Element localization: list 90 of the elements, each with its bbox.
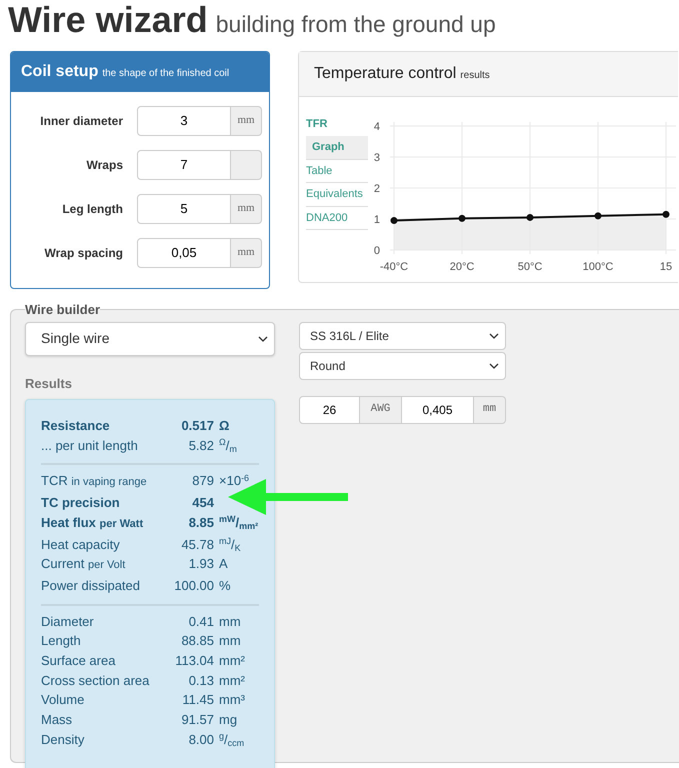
x-tick-label: 20°C [450,260,474,272]
result-label: Diameter [41,612,95,631]
result-label: TC precision [41,494,121,512]
result-label: Resistance [41,417,111,435]
result-unit: mm³ [219,691,245,710]
result-value: 0.41 [188,612,214,631]
result-label: Surface area [41,652,116,670]
result-label: Heat flux per Watt [41,514,144,532]
panel-subtitle: the shape of the finished coil [102,66,230,80]
result-unit: $^{mW}$/$_{mm²}$ [219,513,258,534]
result-value: 879 [191,472,214,490]
unit-addon: mm [474,396,506,424]
result-label: Power dissipated [41,576,141,595]
result-value: 88.85 [180,632,214,650]
number-field[interactable]: 7 [137,150,231,180]
result-unit: mm [219,612,241,631]
result-value: 11.45 [181,691,214,710]
panel-title: Coil setup [21,62,98,82]
wire-type-dropdown[interactable]: Single wire [25,322,275,356]
profile-dropdown[interactable]: Round [299,352,506,380]
y-tick-label: 0 [374,244,380,256]
caret-icon [489,332,499,338]
result-value: 45.78 [180,536,214,554]
result-label: Heat capacity [41,536,121,554]
result-label: Cross section area [41,672,150,690]
result-unit: $^{mJ}$/$_{K}$ [219,535,241,554]
data-point [662,210,670,218]
result-unit: ×10$^{-6}$ [219,472,250,490]
diameter-field[interactable]: 0,405 [402,396,474,424]
result-unit: mg [219,711,238,730]
result-value: 454 [191,494,214,512]
caret-icon [258,336,268,342]
page-subtitle: building from the ground up [216,10,496,39]
panel-title: Temperature control [314,64,456,84]
x-tick-label: 15 [660,260,672,272]
result-label: Volume [41,691,86,710]
x-tick-label: -40°C [380,260,408,272]
y-tick-label: 1 [374,214,380,226]
gauge-field[interactable]: 26 [299,396,360,424]
result-label: ... per unit length [41,436,139,455]
section-heading: Results [25,374,73,392]
unit-addon: mm [231,194,262,224]
result-label: Density [41,730,86,749]
result-value: 1.93 [188,555,214,574]
result-unit: mm² [219,652,245,670]
unit-addon: mm [231,238,262,268]
result-unit: Ω [219,417,230,435]
page-title: Wire wizard [8,2,208,38]
data-point [458,214,466,222]
result-unit: $^{Ω}$/$_{m}$ [219,436,237,456]
y-tick-label: 3 [374,152,380,164]
unit-addon: mm [231,106,262,136]
number-field[interactable]: 3 [137,106,231,136]
result-value: 8.00 [188,730,214,749]
number-field[interactable]: 5 [137,194,231,224]
number-field[interactable]: 0,05 [137,238,231,268]
data-point [594,212,602,219]
result-unit: % [219,576,231,595]
caret-icon [489,362,499,368]
panel-title: Wire builder [25,302,100,316]
result-unit: mm² [219,672,245,690]
data-point [526,213,534,220]
nav-heading: TFR [306,116,328,132]
result-unit: mm [219,632,241,650]
field-label: Leg length [61,200,123,218]
material-dropdown[interactable]: SS 316L / Elite [299,322,506,350]
result-value: 5.82 [188,436,214,455]
result-value: 0.13 [188,672,214,690]
result-value: 0.517 [180,417,214,435]
panel-subtitle: results [460,68,490,82]
y-tick-label: 2 [374,182,380,194]
result-value: 100.00 [173,576,214,595]
unit-addon [231,150,262,180]
y-tick-label: 4 [374,120,380,132]
result-value: 91.57 [180,711,214,730]
result-unit: $^{g}$/$_{ccm}$ [219,730,244,750]
result-label: Mass [41,711,74,730]
field-label: Inner diameter [39,112,123,130]
result-value: 113.04 [174,652,214,670]
result-label: Length [41,632,82,650]
field-label: Wraps [86,156,123,174]
result-value: 8.85 [188,514,214,532]
x-tick-label: 50°C [518,260,542,272]
unit-addon: AWG [360,396,402,424]
result-label: Current per Volt [41,555,126,574]
data-point [390,216,398,224]
result-unit: A [219,555,228,574]
x-tick-label: 100°C [582,260,614,272]
field-label: Wrap spacing [44,244,123,262]
result-label: TCR in vaping range [41,472,148,490]
